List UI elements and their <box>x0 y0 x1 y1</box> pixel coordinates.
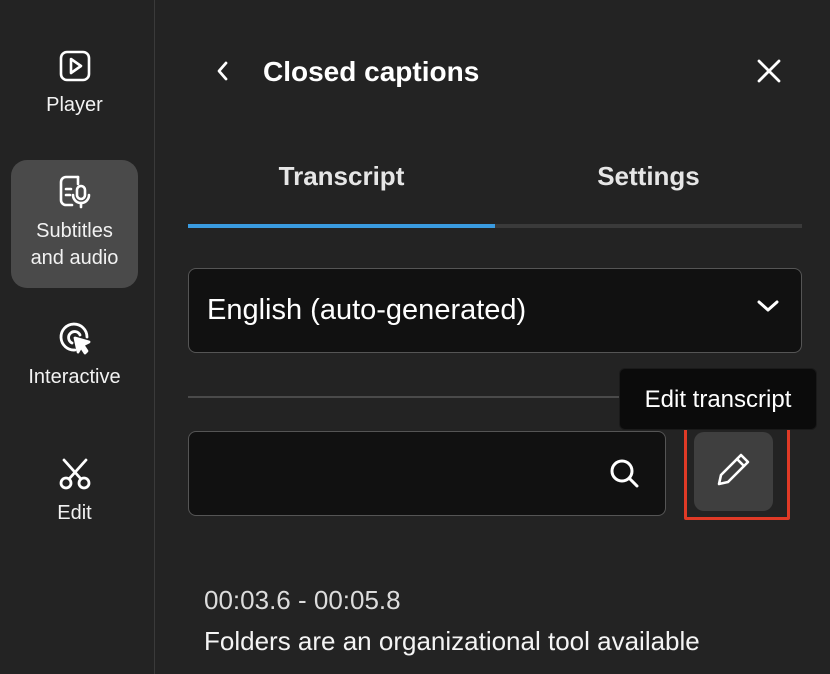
rail-item-label: Interactive <box>28 366 121 388</box>
rail-item-label: Player <box>46 94 103 116</box>
close-button[interactable] <box>752 56 786 90</box>
rail-item-subtitles-and-audio[interactable]: Subtitles and audio <box>11 160 138 288</box>
play-square-icon <box>55 46 95 86</box>
panel-title: Closed captions <box>263 56 480 87</box>
cue-text[interactable]: Folders are an organizational tool avail… <box>204 625 700 657</box>
cue-timestamp[interactable]: 00:03.6 - 00:05.8 <box>204 584 401 616</box>
chevron-down-icon <box>755 293 781 319</box>
tab-settings[interactable]: Settings <box>495 158 802 194</box>
scissors-icon <box>55 454 95 494</box>
language-select[interactable]: English (auto-generated) <box>188 268 802 353</box>
search-input[interactable] <box>201 450 591 496</box>
rail-item-interactive[interactable]: Interactive <box>11 318 138 418</box>
rail-item-edit[interactable]: Edit <box>11 454 138 554</box>
pencil-icon <box>714 449 754 494</box>
edit-transcript-button[interactable] <box>694 432 773 511</box>
transcript-search <box>188 431 666 516</box>
rail-item-label: Subtitles and audio <box>30 220 119 269</box>
tab-active-indicator <box>188 224 495 228</box>
subtitles-mic-icon <box>55 172 95 212</box>
cursor-click-icon <box>55 318 95 358</box>
tab-transcript[interactable]: Transcript <box>188 158 495 194</box>
edit-transcript-tooltip: Edit transcript <box>619 368 817 430</box>
chevron-left-icon <box>215 60 231 87</box>
close-icon <box>756 58 782 89</box>
search-icon[interactable] <box>607 456 641 490</box>
rail-item-player[interactable]: Player <box>11 46 138 146</box>
back-button[interactable] <box>208 56 238 90</box>
language-select-value: English (auto-generated) <box>207 294 527 326</box>
rail-item-label: Edit <box>57 502 92 524</box>
side-rail: Player Subtitles and audio Interactive E… <box>0 0 155 674</box>
